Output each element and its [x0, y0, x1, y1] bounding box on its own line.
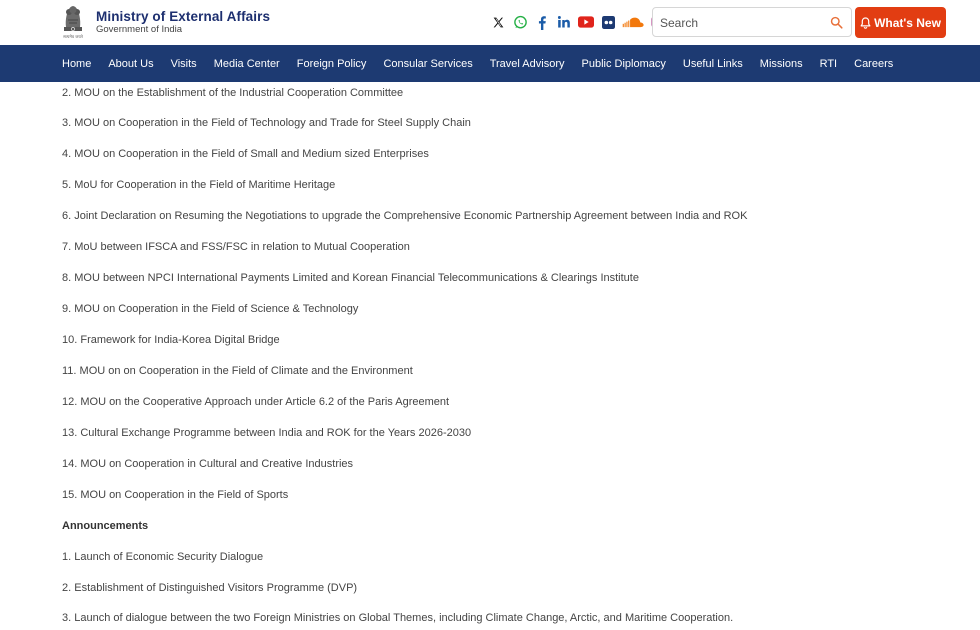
nav-item-about-us[interactable]: About Us: [108, 58, 153, 70]
list-item: 15. MOU on Cooperation in the Field of S…: [62, 489, 289, 501]
search-input[interactable]: [660, 14, 820, 31]
list-item: 2. Establishment of Distinguished Visito…: [62, 582, 358, 594]
search-icon[interactable]: [830, 16, 843, 29]
nav-item-useful-links[interactable]: Useful Links: [683, 58, 743, 70]
nav-item-visits[interactable]: Visits: [171, 58, 197, 70]
facebook-icon[interactable]: [534, 14, 550, 30]
list-item: 12. MOU on the Cooperative Approach unde…: [62, 396, 450, 408]
list-item: 6. Joint Declaration on Resuming the Neg…: [62, 210, 748, 222]
linkedin-icon[interactable]: [556, 14, 572, 30]
main-nav: Home About Us Visits Media Center Foreig…: [0, 45, 980, 82]
search-box[interactable]: [652, 7, 852, 37]
site-subtitle: Government of India: [96, 24, 183, 35]
bell-icon: [860, 16, 871, 29]
flickr-icon[interactable]: [600, 14, 616, 30]
list-item: 8. MOU between NPCI International Paymen…: [62, 272, 639, 284]
nav-item-media-center[interactable]: Media Center: [214, 58, 280, 70]
list-item: 3. MOU on Cooperation in the Field of Te…: [62, 117, 471, 129]
list-item: 3. Launch of dialogue between the two Fo…: [62, 612, 734, 624]
site-header: सत्यमेव जयते Ministry of External Affair…: [0, 0, 980, 45]
whats-new-label: What's New: [874, 15, 941, 30]
list-item: 7. MoU between IFSCA and FSS/FSC in rela…: [62, 241, 410, 253]
nav-item-consular-services[interactable]: Consular Services: [383, 58, 472, 70]
list-item: 1. Launch of Economic Security Dialogue: [62, 551, 264, 563]
nav-item-public-diplomacy[interactable]: Public Diplomacy: [582, 58, 666, 70]
nav-item-careers[interactable]: Careers: [854, 58, 893, 70]
list-item: 4. MOU on Cooperation in the Field of Sm…: [62, 148, 429, 160]
list-item: 14. MOU on Cooperation in Cultural and C…: [62, 458, 354, 470]
site-title[interactable]: Ministry of External Affairs: [96, 10, 270, 24]
whatsapp-icon[interactable]: [512, 14, 528, 30]
list-item: 13. Cultural Exchange Programme between …: [62, 427, 472, 439]
national-emblem-icon[interactable]: सत्यमेव जयते: [60, 2, 86, 40]
youtube-icon[interactable]: [578, 14, 594, 30]
emblem-caption: सत्यमेव जयते: [63, 34, 83, 39]
soundcloud-icon[interactable]: [622, 14, 644, 30]
list-item: 2. MOU on the Establishment of the Indus…: [62, 87, 404, 99]
nav-item-foreign-policy[interactable]: Foreign Policy: [297, 58, 367, 70]
announcements-heading: Announcements: [62, 520, 149, 532]
list-item: 10. Framework for India-Korea Digital Br…: [62, 334, 280, 346]
list-item: 5. MoU for Cooperation in the Field of M…: [62, 179, 336, 191]
x-icon[interactable]: [490, 14, 506, 30]
list-item: 11. MOU on on Cooperation in the Field o…: [62, 365, 413, 377]
nav-item-rti[interactable]: RTI: [820, 58, 838, 70]
nav-item-travel-advisory[interactable]: Travel Advisory: [490, 58, 565, 70]
list-item: 9. MOU on Cooperation in the Field of Sc…: [62, 303, 359, 315]
brand-block[interactable]: Ministry of External Affairs Government …: [96, 10, 270, 36]
nav-item-home[interactable]: Home: [62, 58, 91, 70]
nav-item-missions[interactable]: Missions: [760, 58, 803, 70]
whats-new-button[interactable]: What's New: [855, 7, 946, 38]
social-links: [490, 12, 666, 32]
